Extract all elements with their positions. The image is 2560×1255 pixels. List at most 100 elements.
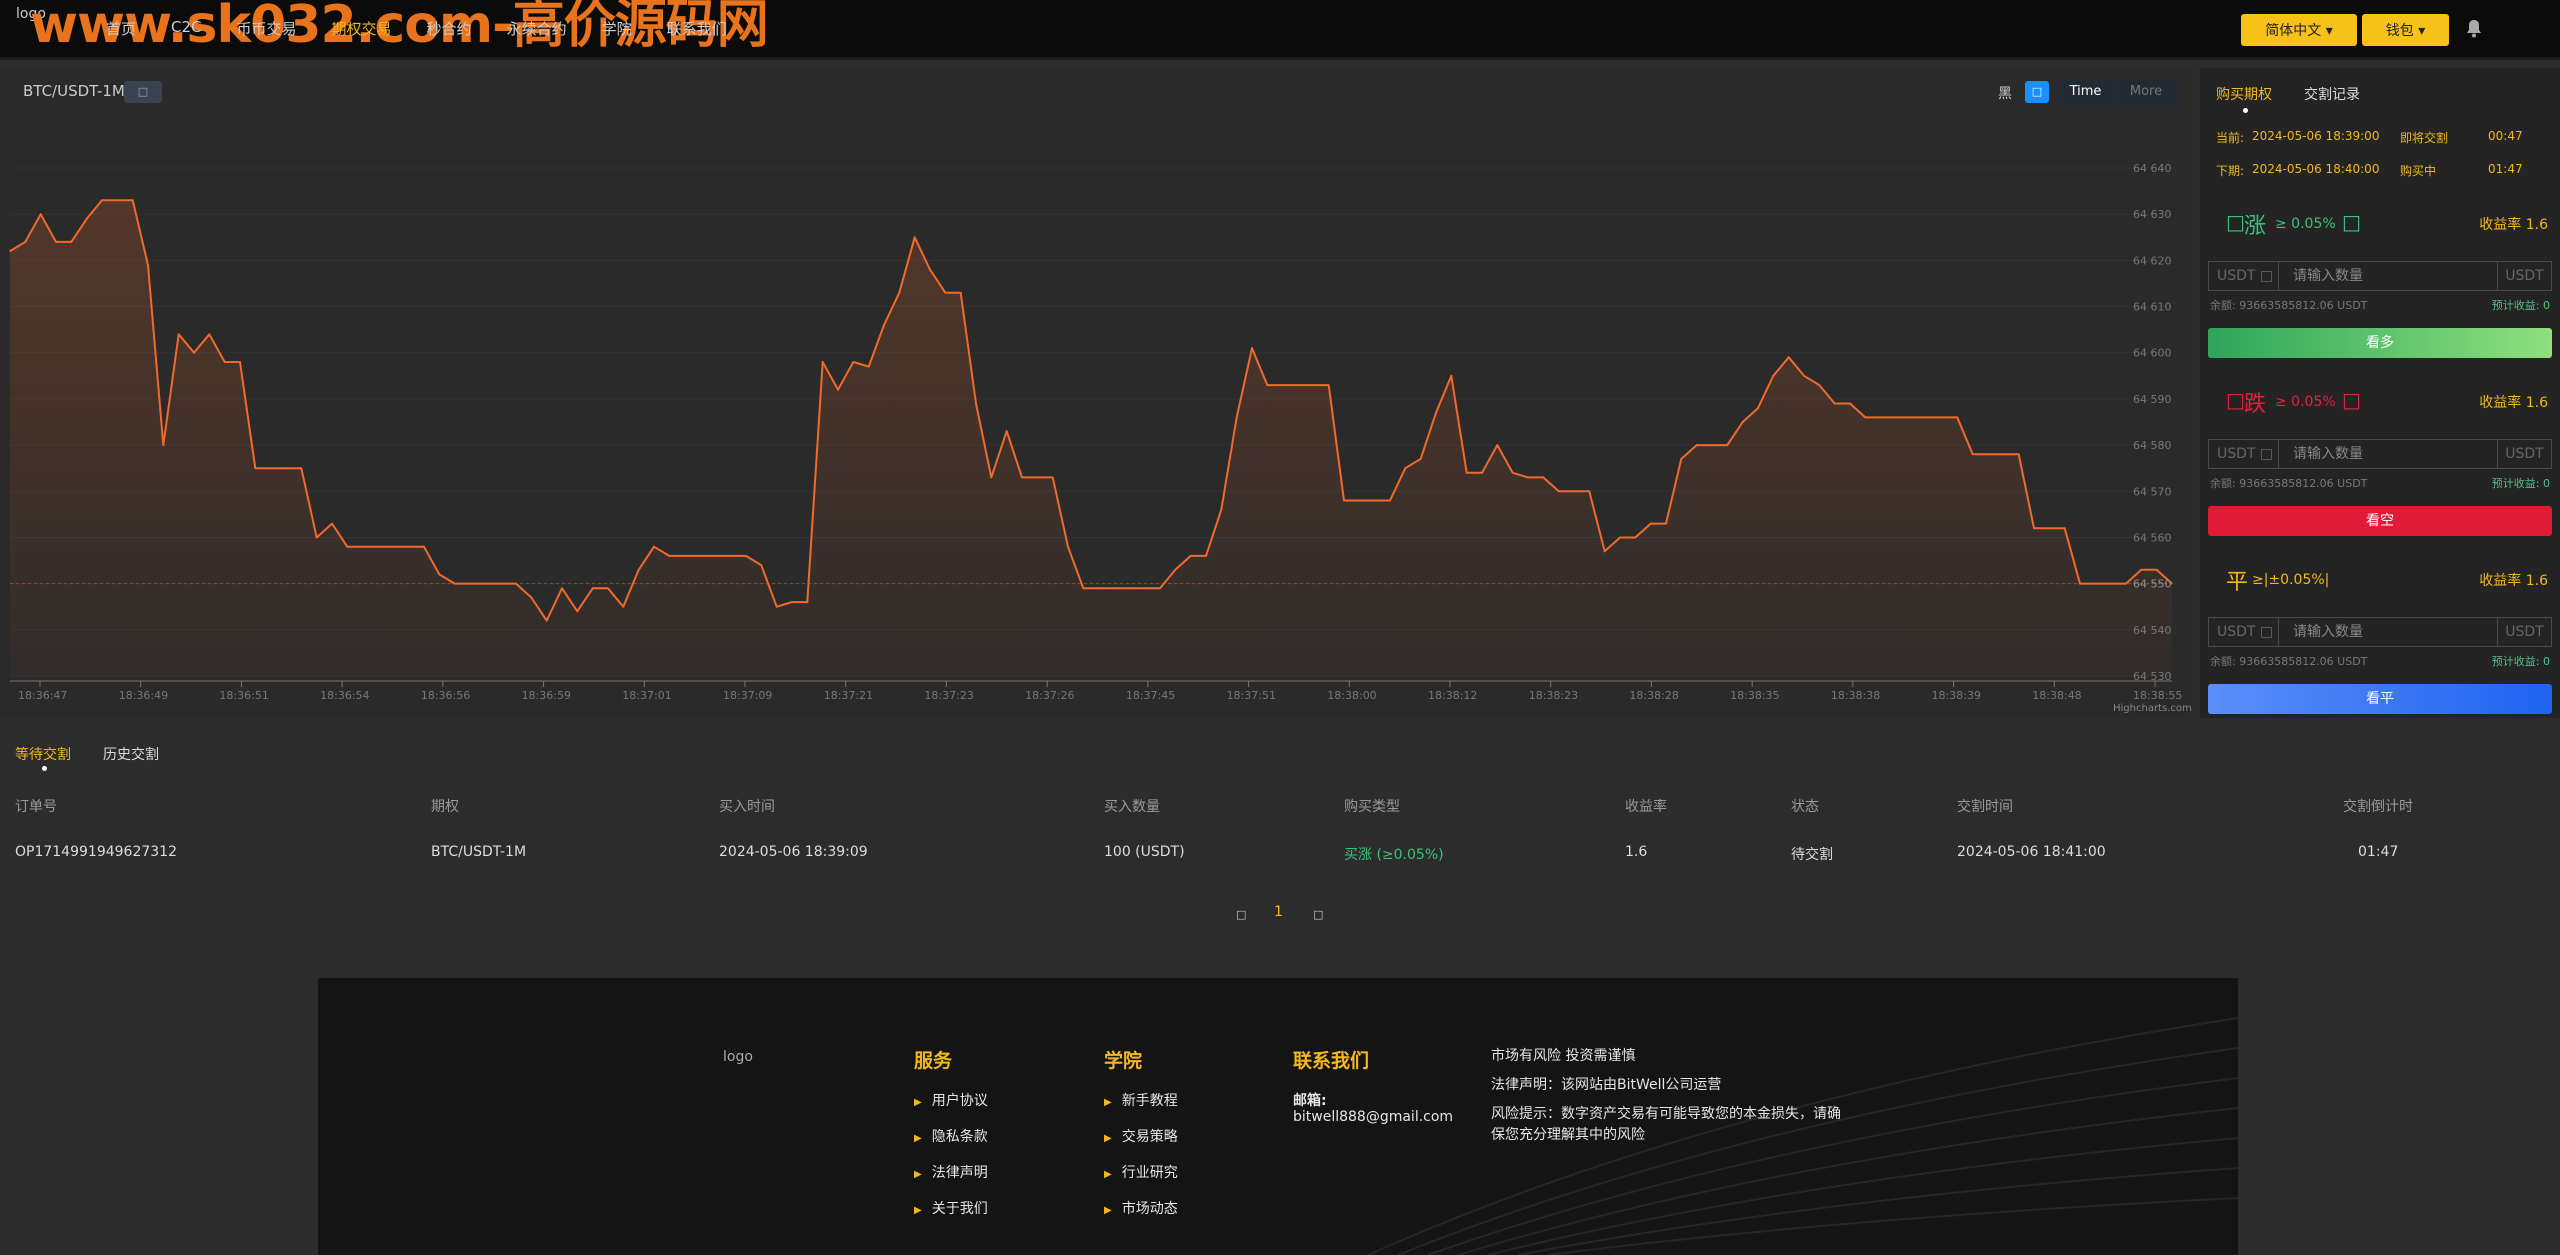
- buy-up-button[interactable]: 看多: [2208, 328, 2552, 358]
- footer-link-privacy[interactable]: ▶ 隐私条款: [914, 1126, 988, 1146]
- tab-buy-option[interactable]: 购买期权: [2216, 84, 2272, 104]
- caret-right-icon: ▶: [914, 1169, 922, 1180]
- footer-link-market[interactable]: ▶ 市场动态: [1104, 1198, 1178, 1218]
- data-point: [499, 582, 502, 585]
- nav-academy[interactable]: 学院: [602, 18, 632, 39]
- flat-amount-field[interactable]: USDT □ 请输入数量 USDT: [2208, 617, 2552, 647]
- data-point: [2002, 453, 2005, 456]
- data-point: [1097, 587, 1100, 590]
- footer-link-legal[interactable]: ▶ 法律声明: [914, 1162, 988, 1182]
- data-point: [1113, 587, 1115, 590]
- pager-next[interactable]: □: [1313, 908, 1323, 921]
- footer-link-strategy[interactable]: ▶ 交易策略: [1104, 1126, 1178, 1146]
- price-chart[interactable]: 64 53064 54064 55064 56064 57064 58064 5…: [0, 68, 2191, 718]
- pager-prev[interactable]: □: [1236, 908, 1246, 921]
- data-point: [1067, 545, 1069, 548]
- x-tick-label: 18:38:12: [1428, 689, 1477, 702]
- buy-flat-button[interactable]: 看平: [2208, 684, 2552, 714]
- tab-pending-settlement[interactable]: 等待交割: [15, 744, 71, 764]
- up-expected: 预计收益: 0: [2491, 299, 2550, 312]
- unit-select[interactable]: USDT □: [2209, 618, 2279, 646]
- footer-academy-title: 学院: [1104, 1050, 1143, 1072]
- pager-page-1[interactable]: 1: [1274, 904, 1283, 920]
- x-tick-label: 18:38:35: [1730, 689, 1779, 702]
- flat-balance: 余额: 93663585812.06 USDT: [2210, 655, 2368, 668]
- tab-settlement-records[interactable]: 交割记录: [2304, 84, 2360, 104]
- data-point: [1051, 476, 1054, 479]
- chart-credits[interactable]: Highcharts.com: [2113, 703, 2192, 714]
- data-point: [760, 564, 763, 567]
- down-rate: 收益率 1.6: [2479, 395, 2548, 411]
- caret-right-icon: ▶: [914, 1133, 922, 1144]
- up-amount-field[interactable]: USDT □ 请输入数量 USDT: [2208, 261, 2552, 291]
- footer-logo[interactable]: logo: [723, 1049, 753, 1065]
- data-point: [1987, 453, 1989, 456]
- data-point: [269, 467, 272, 470]
- nav-options[interactable]: 期权交易: [332, 18, 392, 39]
- nav-perpetual[interactable]: 永续合约: [507, 18, 567, 39]
- unit-select[interactable]: USDT □: [2209, 440, 2279, 468]
- footer-link-user-agreement[interactable]: ▶ 用户协议: [914, 1090, 988, 1110]
- data-point: [1603, 550, 1606, 553]
- down-title: 跌: [2244, 392, 2267, 417]
- buy-down-button[interactable]: 看空: [2208, 506, 2552, 536]
- footer-email[interactable]: bitwell888@gmail.com: [1293, 1109, 1453, 1125]
- current-label: 当前:: [2216, 131, 2245, 145]
- data-point: [883, 324, 885, 326]
- x-tick-label: 18:38:39: [1932, 689, 1981, 702]
- col-countdown: 交割倒计时: [2343, 799, 2413, 815]
- x-tick-label: 18:37:51: [1227, 689, 1276, 702]
- flat-title: 平: [2226, 570, 2249, 595]
- footer-risk-notice: 市场有风险 投资需谨慎: [1491, 1048, 1636, 1064]
- x-tick-label: 18:36:47: [18, 689, 67, 702]
- data-point: [898, 291, 901, 294]
- data-point: [239, 361, 241, 363]
- data-point: [1251, 347, 1253, 350]
- data-point: [116, 199, 119, 202]
- data-point: [1665, 522, 1667, 525]
- data-point: [1082, 587, 1085, 590]
- unit-select[interactable]: USDT □: [2209, 262, 2279, 290]
- col-amount: 买入数量: [1104, 799, 1160, 815]
- nav-seconds-contract[interactable]: 秒合约: [427, 18, 472, 39]
- data-point: [315, 536, 318, 539]
- data-point: [2140, 568, 2143, 571]
- footer-contact-title: 联系我们: [1293, 1050, 1370, 1072]
- language-button[interactable]: 简体中文 ▾: [2241, 14, 2357, 46]
- flat-amount-input[interactable]: 请输入数量: [2279, 618, 2497, 646]
- wallet-button[interactable]: 钱包 ▾: [2362, 14, 2449, 46]
- nav-contact[interactable]: 联系我们: [667, 18, 727, 39]
- data-point: [147, 264, 149, 266]
- data-point: [576, 610, 579, 613]
- footer-risk-warning: 风险提示：数字资产交易有可能导致您的本金损失，请确保您充分理解其中的风险: [1491, 1106, 1841, 1143]
- unit-suffix: USDT: [2497, 618, 2551, 646]
- data-point: [101, 199, 103, 202]
- footer-link-research[interactable]: ▶ 行业研究: [1104, 1162, 1178, 1182]
- nav-c2c[interactable]: C2C: [171, 18, 202, 39]
- nav-spot[interactable]: 币币交易: [237, 18, 297, 39]
- y-tick-label: 64 620: [2133, 254, 2172, 267]
- data-point: [530, 596, 533, 599]
- data-point: [1511, 471, 1514, 474]
- data-point: [2155, 568, 2158, 571]
- data-point: [285, 467, 287, 470]
- x-tick-label: 18:36:51: [219, 689, 268, 702]
- caret-right-icon: ▶: [1104, 1205, 1112, 1216]
- footer-link-about[interactable]: ▶ 关于我们: [914, 1198, 988, 1218]
- data-point: [346, 545, 349, 548]
- up-amount-input[interactable]: 请输入数量: [2279, 262, 2497, 290]
- data-point: [867, 365, 870, 368]
- tab-history-settlement[interactable]: 历史交割: [103, 744, 159, 764]
- data-point: [1235, 416, 1238, 419]
- down-condition: ≥ 0.05%: [2275, 394, 2336, 410]
- footer-link-tutorial[interactable]: ▶ 新手教程: [1104, 1090, 1178, 1110]
- down-amount-input[interactable]: 请输入数量: [2279, 440, 2497, 468]
- data-point: [9, 250, 11, 253]
- data-point: [561, 587, 563, 590]
- down-amount-field[interactable]: USDT □ 请输入数量 USDT: [2208, 439, 2552, 469]
- bell-icon[interactable]: [2465, 18, 2483, 38]
- nav-home[interactable]: 首页: [106, 18, 136, 39]
- up-title: 涨: [2244, 214, 2267, 239]
- unit-suffix: USDT: [2497, 262, 2551, 290]
- data-point: [1343, 499, 1345, 502]
